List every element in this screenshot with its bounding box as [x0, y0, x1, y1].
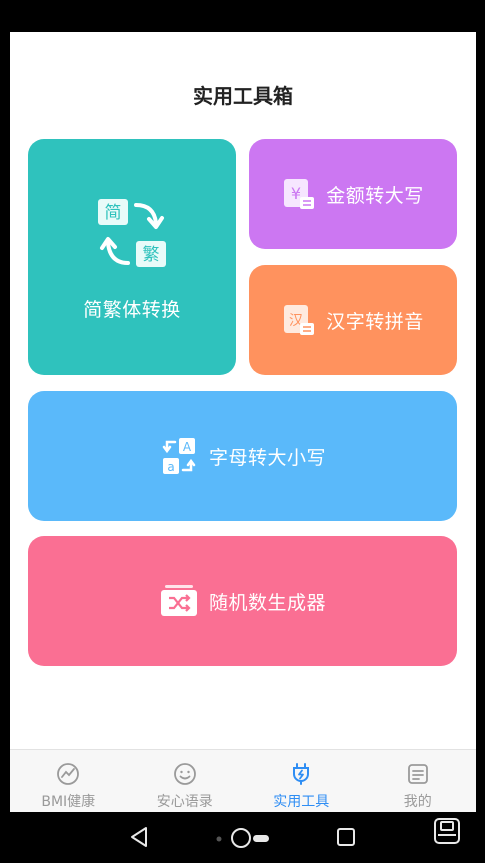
random-number-card[interactable]: 随机数生成器 [28, 536, 457, 666]
jianfan-convert-card[interactable]: 简 繁 简繁体转换 [28, 139, 236, 375]
svg-text:¥: ¥ [291, 184, 301, 203]
jianfan-badge-bottom: 繁 [143, 245, 160, 265]
profile-icon [407, 764, 428, 784]
hanzi-pinyin-card[interactable]: 汉 汉字转拼音 [249, 265, 457, 375]
jianfan-label: 简繁体转换 [83, 298, 181, 321]
recents-icon[interactable] [336, 827, 356, 847]
app-screen: 实用工具箱 简 繁 简繁体转换 ¥ 金额转大写 汉 汉字转拼音 A a 字母转大… [10, 32, 476, 812]
tab-label: 实用工具 [273, 794, 330, 810]
jianfan-icon: 简 繁 [98, 198, 166, 267]
hanzi-icon: 汉 [284, 305, 315, 335]
tab-label: 安心语录 [156, 794, 213, 810]
letter-case-card[interactable]: A a 字母转大小写 [28, 391, 457, 521]
hanzi-pinyin-label: 汉字转拼音 [326, 310, 424, 333]
letter-case-icon: A a [162, 438, 196, 474]
svg-text:A: A [183, 440, 192, 454]
shuffle-icon [160, 585, 197, 616]
bottom-tab-bar: BMI健康 安心语录 实用工具 我的 [10, 749, 476, 812]
letter-case-label: 字母转大小写 [208, 446, 326, 469]
jianfan-badge-top: 简 [105, 203, 122, 223]
svg-text:a: a [167, 460, 174, 474]
system-nav-bar [0, 812, 485, 863]
heart-pulse-icon [57, 763, 80, 785]
tab-label: BMI健康 [41, 794, 96, 810]
smile-icon [173, 763, 196, 785]
tab-label: 我的 [403, 794, 432, 810]
tab-bmi[interactable]: BMI健康 [10, 750, 127, 812]
random-number-label: 随机数生成器 [208, 591, 326, 614]
tab-tools[interactable]: 实用工具 [243, 750, 360, 812]
amount-uppercase-label: 金额转大写 [326, 184, 424, 207]
dock-toggle-icon[interactable] [432, 816, 462, 846]
tab-quotes[interactable]: 安心语录 [127, 750, 244, 812]
plug-icon [293, 763, 310, 785]
tab-mine[interactable]: 我的 [360, 750, 477, 812]
back-icon[interactable] [128, 826, 150, 848]
amount-uppercase-card[interactable]: ¥ 金额转大写 [249, 139, 457, 249]
page-title: 实用工具箱 [193, 84, 293, 108]
yen-icon: ¥ [284, 179, 315, 209]
home-icon[interactable] [215, 826, 271, 850]
